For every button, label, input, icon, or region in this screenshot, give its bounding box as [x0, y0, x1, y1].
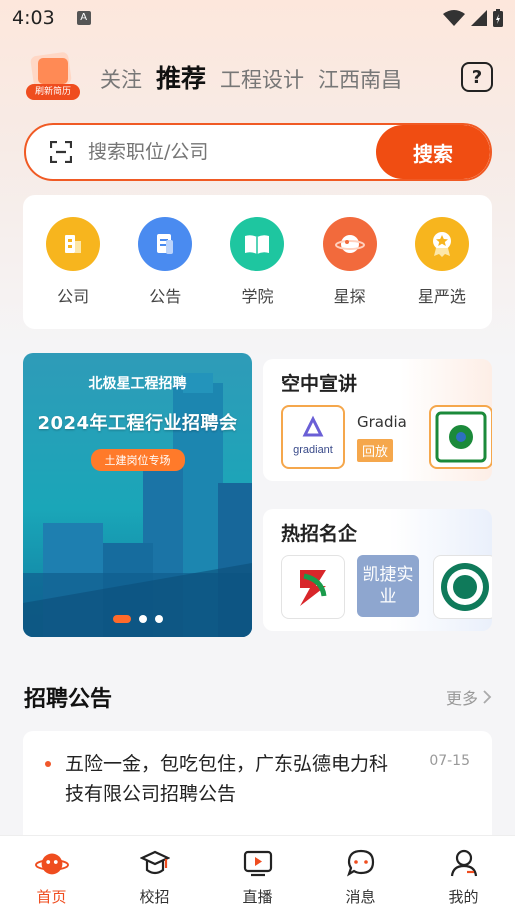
- profile-icon: [447, 846, 481, 880]
- status-bar: 4:03 A: [0, 0, 515, 36]
- kaijie-logo[interactable]: 凯捷实业: [357, 555, 419, 617]
- live-talk-title: 空中宣讲: [281, 373, 358, 395]
- live-talk-card[interactable]: 空中宣讲 gradiant Gradia 回放: [263, 359, 492, 481]
- nav-campus[interactable]: 校招: [115, 846, 195, 907]
- quick-link-label: 公司: [57, 287, 90, 306]
- more-link[interactable]: 更多: [446, 685, 492, 709]
- book-icon: [230, 217, 285, 271]
- more-label: 更多: [445, 689, 478, 708]
- battery-icon: [493, 9, 503, 27]
- replay-tag: 回放: [357, 439, 394, 462]
- hot-companies-title: 热招名企: [281, 523, 358, 545]
- tab-engineering-design[interactable]: 工程设计: [220, 64, 304, 94]
- notice-icon: [138, 217, 193, 271]
- svg-text:gradiant: gradiant: [293, 444, 333, 456]
- keyboard-indicator-icon: A: [76, 11, 91, 25]
- help-icon: ?: [471, 66, 483, 88]
- resume-paper-front-icon: [38, 58, 68, 84]
- quick-link-academy[interactable]: 学院: [217, 217, 297, 307]
- carousel-dots: [23, 615, 252, 623]
- banner-brand: 北极星工程招聘: [88, 376, 187, 392]
- announcement-text: 五险一金，包吃包住，广东弘德电力科技有限公司招聘公告: [65, 753, 389, 805]
- carousel-dot[interactable]: [138, 615, 147, 623]
- banner-title: 2024年工程行业招聘会: [37, 413, 238, 434]
- tab-follow[interactable]: 关注: [100, 64, 142, 94]
- quick-link-label: 学院: [241, 287, 274, 306]
- help-button[interactable]: ?: [461, 62, 493, 92]
- refresh-resume-label: 刷新简历: [26, 84, 80, 100]
- banner-tag: 土建岗位专场: [90, 449, 185, 471]
- hot-companies-card[interactable]: 热招名企 凯捷实业: [263, 509, 492, 631]
- award-icon: [414, 217, 469, 271]
- refresh-resume-button[interactable]: 刷新简历: [24, 51, 80, 102]
- quick-link-notice[interactable]: 公告: [125, 217, 205, 307]
- status-time: 4:03: [12, 7, 55, 29]
- search-button[interactable]: 搜索: [376, 125, 490, 179]
- gradiant-logo[interactable]: gradiant: [281, 405, 345, 469]
- nav-messages[interactable]: 消息: [321, 846, 401, 907]
- wifi-icon: [443, 10, 465, 26]
- feed-tabs: 关注 推荐 工程设计 江西南昌: [100, 59, 402, 95]
- building-icon: [46, 217, 101, 271]
- quick-links-panel: 公司 公告 学院 星探 星严选: [23, 195, 492, 329]
- nav-label: 消息: [345, 888, 376, 906]
- nav-label: 首页: [36, 888, 67, 906]
- graduation-cap-icon: [138, 846, 172, 880]
- nav-label: 我的: [448, 888, 479, 906]
- quick-link-label: 星探: [333, 287, 366, 306]
- carousel-dot[interactable]: [154, 615, 163, 623]
- city-skyline-image: [23, 373, 252, 637]
- search-input[interactable]: [88, 141, 348, 163]
- signal-icon: [471, 10, 487, 26]
- announcement-item[interactable]: 五险一金，包吃包住，广东弘德电力科技有限公司招聘公告 07-15: [23, 731, 492, 843]
- feature-section: 北极星工程招聘 2024年工程行业招聘会 土建岗位专场 空中宣讲 gradian…: [23, 353, 492, 637]
- announcement-date: 07-15: [429, 753, 470, 769]
- home-planet-icon: [34, 846, 69, 880]
- planet-icon: [322, 217, 377, 271]
- state-grid-logo[interactable]: [433, 555, 492, 619]
- search-bar: 搜索: [24, 123, 492, 181]
- quick-link-company[interactable]: 公司: [33, 217, 113, 307]
- quick-link-label: 星严选: [417, 287, 466, 306]
- top-header: 刷新简历 关注 推荐 工程设计 江西南昌 ?: [0, 36, 515, 118]
- announcements-header: 招聘公告 更多: [24, 681, 492, 713]
- nav-label: 校招: [139, 888, 170, 906]
- live-tv-icon: [241, 846, 275, 880]
- scan-icon[interactable]: [50, 141, 72, 163]
- quick-link-scout[interactable]: 星探: [310, 217, 390, 307]
- quick-link-label: 公告: [149, 287, 182, 306]
- message-icon: [344, 846, 378, 880]
- company-logo-red-green[interactable]: [281, 555, 345, 619]
- live-talk-company: Gradia: [357, 413, 407, 431]
- announcements-title: 招聘公告: [24, 687, 113, 712]
- nav-label: 直播: [242, 888, 273, 906]
- nav-profile[interactable]: 我的: [424, 846, 504, 907]
- bottom-navigation: 首页 校招 直播 消息 我的: [0, 835, 515, 917]
- bullet-dot-icon: [45, 761, 51, 767]
- power-company-logo[interactable]: [429, 405, 492, 469]
- tab-location[interactable]: 江西南昌: [318, 64, 402, 94]
- carousel-dot[interactable]: [112, 615, 131, 623]
- quick-link-selection[interactable]: 星严选: [402, 217, 482, 307]
- job-fair-banner[interactable]: 北极星工程招聘 2024年工程行业招聘会 土建岗位专场: [23, 353, 252, 637]
- nav-live[interactable]: 直播: [218, 846, 298, 907]
- nav-home[interactable]: 首页: [12, 846, 92, 907]
- tab-recommend[interactable]: 推荐: [156, 59, 206, 95]
- status-icons: [443, 9, 503, 27]
- chevron-right-icon: [483, 690, 492, 704]
